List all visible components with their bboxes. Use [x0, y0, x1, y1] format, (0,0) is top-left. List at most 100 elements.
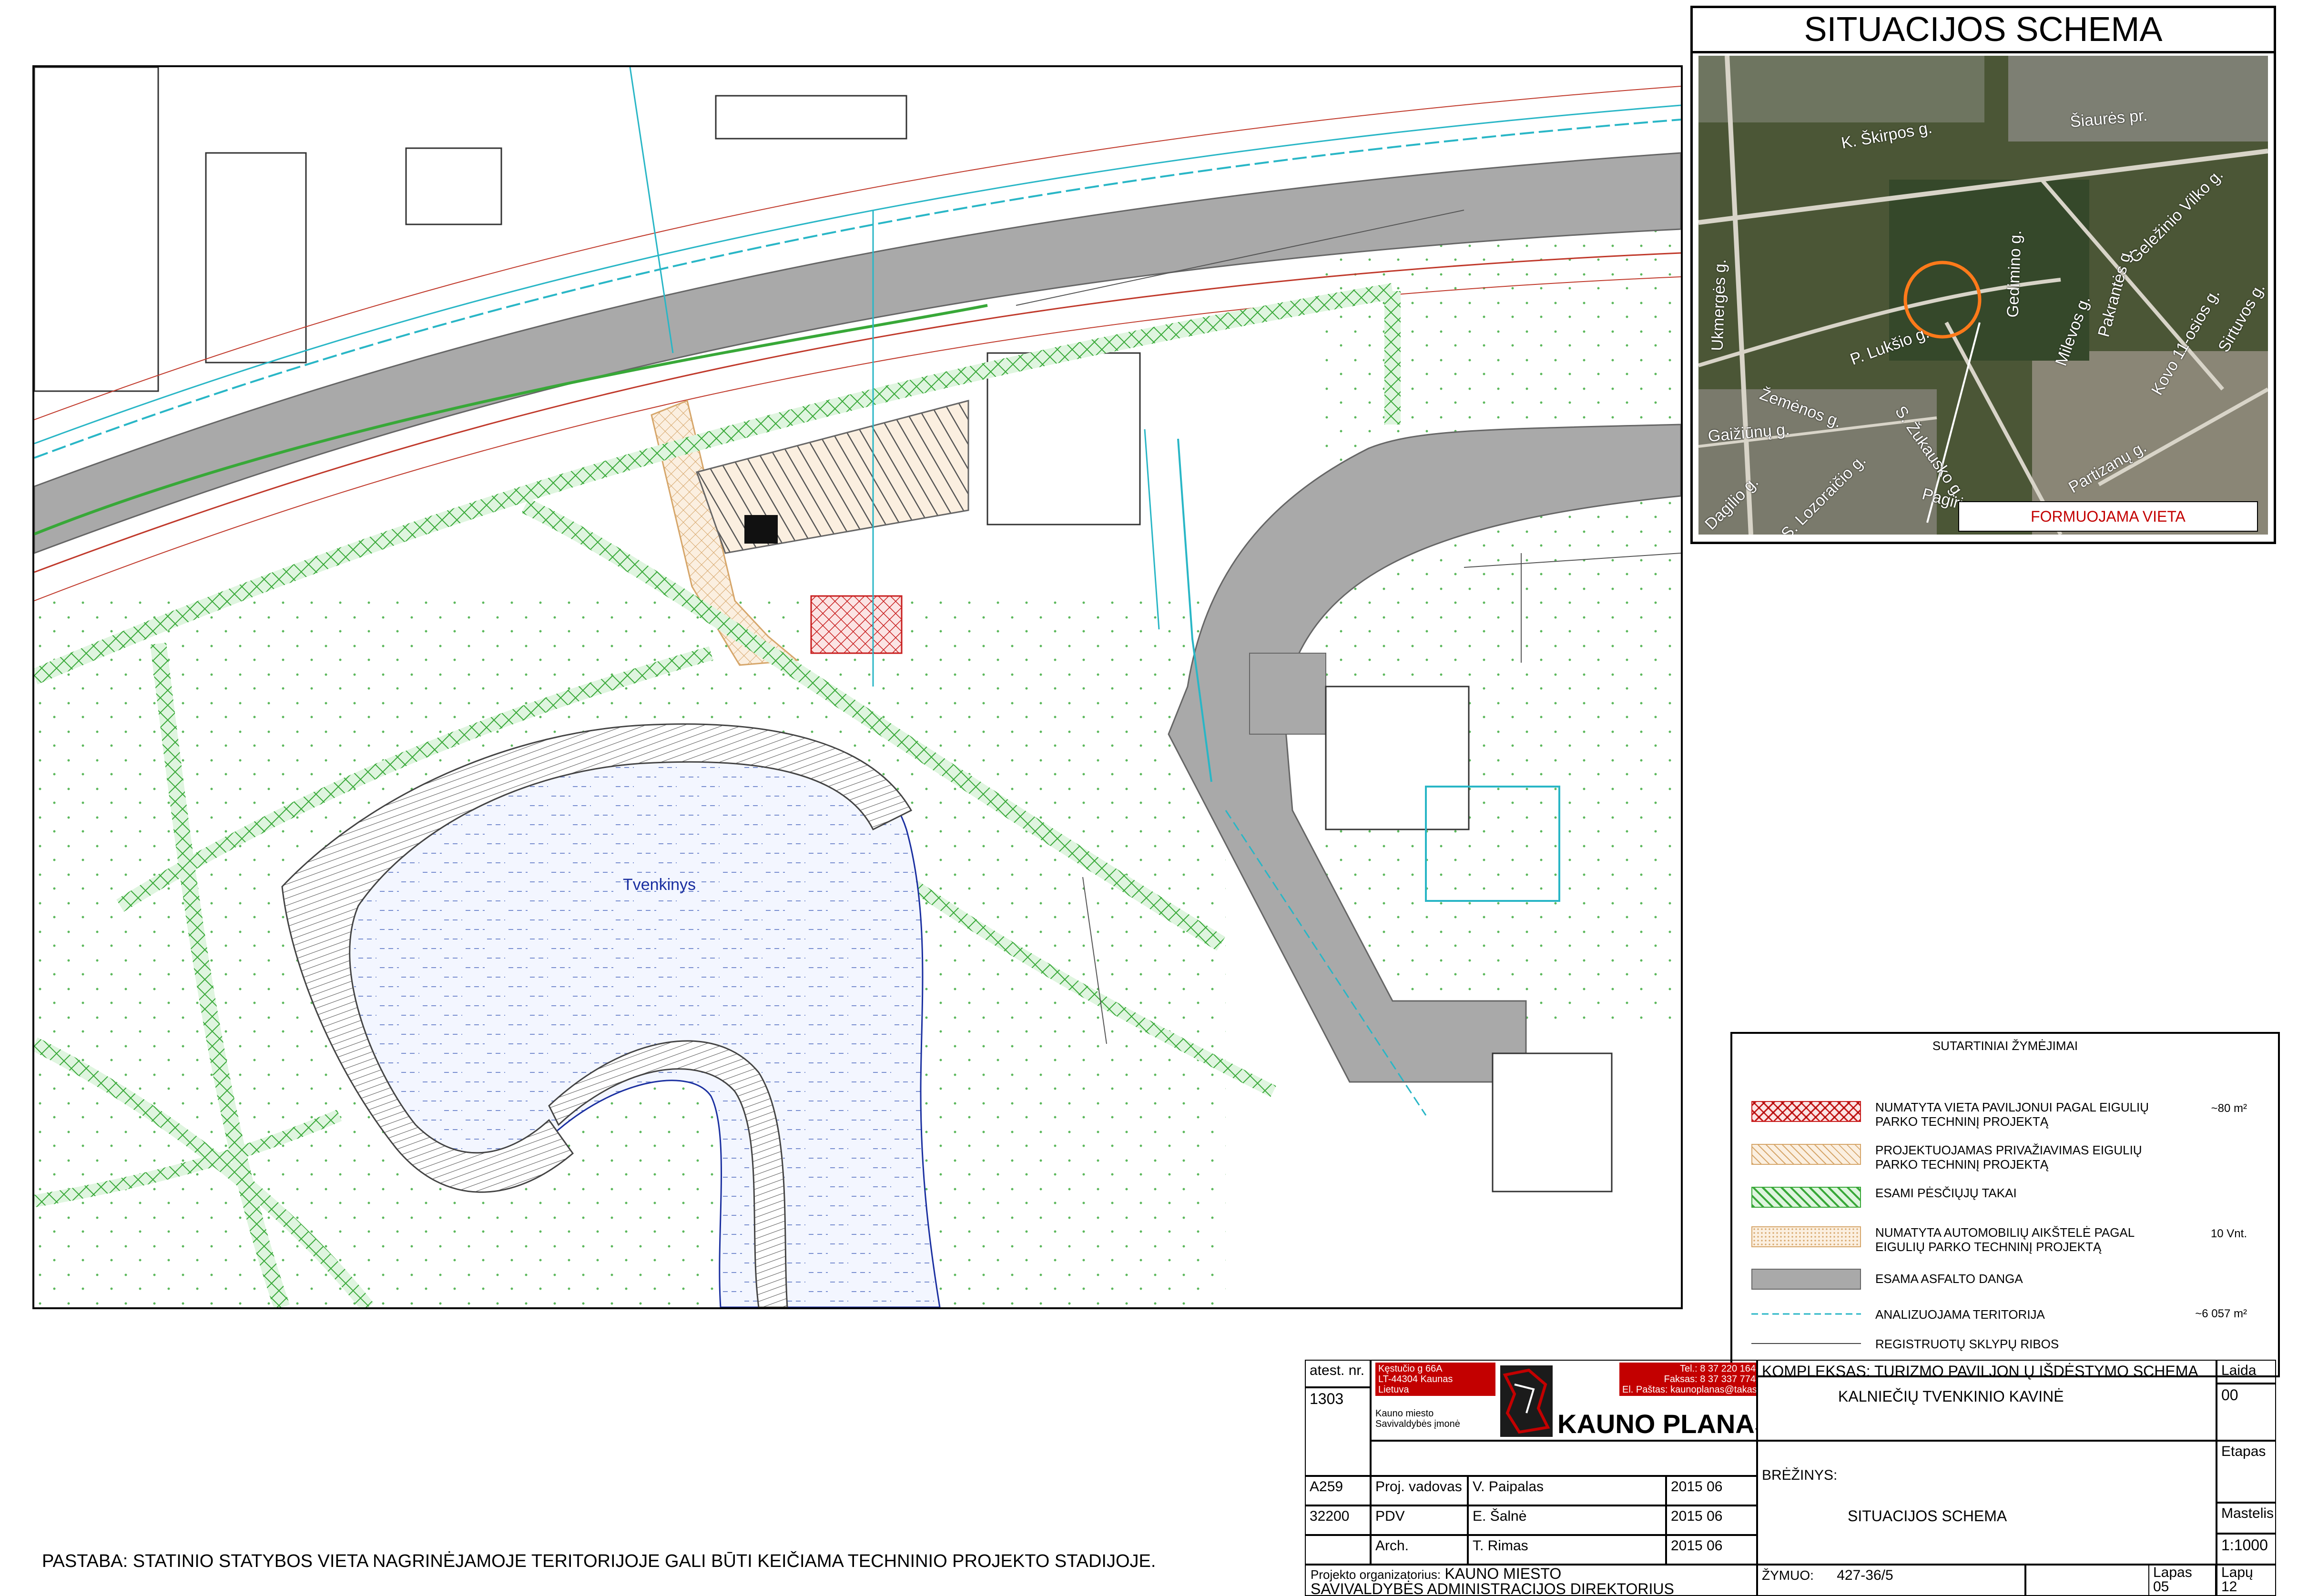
breziny-label: BRĖŽINYS: [1762, 1467, 1838, 1483]
footnote: PASTABA: STATINIO STATYBOS VIETA NAGRINĖ… [42, 1551, 1156, 1571]
building-block [34, 67, 159, 392]
contact-line: Faksas: 8 37 337 774 [1664, 1374, 1756, 1384]
title-block: atest. nr. 1303 Kęstučio g 66A LT-44304 … [1305, 1360, 2276, 1596]
staff-name: V. Paipalas [1468, 1476, 1666, 1505]
etapas-label: Etapas [2216, 1441, 2276, 1503]
legend-swatch-tan-dot [1751, 1226, 1861, 1247]
staff-name: T. Rimas [1468, 1535, 1666, 1565]
staff-role: Arch. [1371, 1535, 1468, 1565]
staff-date: 2015 06 [1666, 1476, 1757, 1505]
legend-label: PROJEKTUOJAMAS PRIVAŽIAVIMAS EIGULIŲ PAR… [1875, 1143, 2142, 1172]
address-line: Lietuva [1378, 1384, 1409, 1395]
lapas-value: 05 [2153, 1579, 2169, 1595]
spacer-cell [1371, 1441, 1757, 1476]
legend-item: REGISTRUOTŲ SKLYPŲ RIBOS [1751, 1330, 2266, 1359]
mastelis-label: Mastelis [2216, 1503, 2276, 1534]
legend-label: NUMATYTA VIETA PAVILJONUI PAGAL EIGULIŲ … [1875, 1100, 2149, 1129]
legend-swatch-cyan-dash [1751, 1303, 1861, 1324]
legend-value: ~6 057 m² [2195, 1307, 2247, 1320]
atest-number: 1303 [1305, 1387, 1371, 1476]
contact-line: El. Paštas: kaunoplanas@takas.lt [1622, 1384, 1757, 1395]
zymuo-label: ŽYMUO: [1762, 1568, 1814, 1583]
building [715, 95, 907, 140]
aerial-photo [1698, 56, 2268, 535]
lapas-label: Lapas [2153, 1565, 2192, 1580]
street-label: Ukmergės g. [1708, 259, 1730, 352]
vegetation-area-east [1321, 210, 1681, 1020]
complex-label: KOMPLEKSAS: TURIZMO PAVILJON Ų IŠDĖSTYMO… [1762, 1363, 2198, 1380]
staff-code [1305, 1535, 1371, 1565]
staff-name: E. Šalnė [1468, 1505, 1666, 1535]
staff-date: 2015 06 [1666, 1505, 1757, 1535]
address-line: Kęstučio g 66A [1378, 1364, 1443, 1374]
staff-code: 32200 [1305, 1505, 1371, 1535]
company-sub-line: Savivaldybės įmonė [1375, 1419, 1460, 1429]
legend-label: NUMATYTA AUTOMOBILIŲ AIKŠTELĖ PAGAL EIGU… [1875, 1225, 2135, 1254]
legend-swatch-thin-line [1751, 1333, 1861, 1354]
zymuo-block: ŽYMUO: 427-36/5 [1757, 1565, 2025, 1596]
atest-label: atest. nr. [1305, 1360, 1371, 1387]
situation-scheme-inset: SITUACIJOS SCHEMA K. Škirpos g. Šiaurės … [1690, 6, 2276, 544]
staff-date: 2015 06 [1666, 1535, 1757, 1565]
legend-swatch-red-hatch [1751, 1101, 1861, 1122]
inset-caption: FORMUOJAMA VIETA [1958, 501, 2258, 532]
parking-car-marker [744, 515, 778, 544]
legend-item: ESAMA ASFALTO DANGA [1751, 1266, 2266, 1294]
legend-item: ANALIZUOJAMA TERITORIJA ~6 057 m² [1751, 1301, 2266, 1329]
building [405, 147, 502, 225]
organizer-label: Projekto organizatorius: [1311, 1567, 1441, 1582]
legend-label: ESAMI PĖSČIŲJŲ TAKAI [1875, 1186, 2017, 1200]
organizer-line-1: KAUNO MIESTO [1444, 1565, 1562, 1582]
legend-label: REGISTRUOTŲ SKLYPŲ RIBOS [1875, 1337, 2059, 1351]
legend-swatch-green-hatch [1751, 1187, 1861, 1208]
aerial-map: K. Škirpos g. Šiaurės pr. Ukmergės g. Ge… [1698, 56, 2268, 535]
legend: SUTARTINIAI ŽYMĖJIMAI NUMATYTA VIETA PAV… [1730, 1032, 2280, 1377]
legend-swatch-grey-fill [1751, 1269, 1861, 1290]
company-address: Kęstučio g 66A LT-44304 Kaunas Lietuva [1375, 1363, 1495, 1396]
staff-code: A259 [1305, 1476, 1371, 1505]
building [986, 352, 1141, 525]
zymuo-value: 427-36/5 [1837, 1567, 1893, 1583]
staff-role: PDV [1371, 1505, 1468, 1535]
legend-value: 10 Vnt. [2210, 1227, 2247, 1240]
organizer-line-2: SAVIVALDYBĖS ADMINISTRACIJOS DIREKTORIUS [1311, 1580, 1674, 1596]
lapu-block: Lapų 12 [2216, 1565, 2276, 1596]
pavilion-site [810, 595, 903, 654]
legend-item: ESAMI PĖSČIŲJŲ TAKAI [1751, 1184, 2266, 1212]
company-contacts: Tel.: 8 37 220 164 Faksas: 8 37 337 774 … [1619, 1363, 1757, 1396]
legend-swatch-tan-hatch [1751, 1144, 1861, 1165]
laida-value: 00 [2216, 1384, 2276, 1441]
lapu-value: 12 [2221, 1579, 2237, 1595]
legend-label: ANALIZUOJAMA TERITORIJA [1875, 1307, 2045, 1322]
laida-label: Laida [2216, 1360, 2276, 1384]
contact-line: Tel.: 8 37 220 164 [1679, 1364, 1756, 1374]
pond-label: Tvenkinys [623, 876, 696, 894]
legend-label: ESAMA ASFALTO DANGA [1875, 1272, 2023, 1286]
breziny-value: SITUACIJOS SCHEMA [1848, 1507, 2007, 1525]
legend-title: SUTARTINIAI ŽYMĖJIMAI [1932, 1039, 2078, 1053]
company-logo [1500, 1365, 1553, 1437]
site-plan-drawing [34, 67, 1681, 1307]
legend-item: NUMATYTA VIETA PAVILJONUI PAGAL EIGULIŲ … [1751, 1098, 2266, 1129]
company-sub-line: Kauno miesto [1375, 1408, 1434, 1419]
staff-role: Proj. vadovas [1371, 1476, 1468, 1505]
site-plan-map: Tvenkinys [32, 65, 1683, 1309]
company-block: Kęstučio g 66A LT-44304 Kaunas Lietuva T… [1371, 1360, 1757, 1441]
company-sub: Kauno miesto Savivaldybės įmonė [1375, 1408, 1460, 1429]
organizer-block: Projekto organizatorius: KAUNO MIESTO SA… [1305, 1565, 1757, 1596]
address-line: LT-44304 Kaunas [1378, 1374, 1453, 1384]
mastelis-value: 1:1000 [2216, 1534, 2276, 1565]
legend-item: PROJEKTUOJAMAS PRIVAŽIAVIMAS EIGULIŲ PAR… [1751, 1141, 2266, 1172]
lapu-label: Lapų [2221, 1565, 2253, 1580]
legend-value: ~80 m² [2211, 1102, 2247, 1115]
building [1492, 1052, 1613, 1192]
building [1325, 686, 1470, 830]
lapas-block: Lapas 05 [2148, 1565, 2216, 1596]
company-name: KAUNO PLANAS [1557, 1409, 1757, 1439]
drawing-info: BRĖŽINYS: SITUACIJOS SCHEMA [1757, 1441, 2216, 1565]
legend-item: NUMATYTA AUTOMOBILIŲ AIKŠTELĖ PAGAL EIGU… [1751, 1223, 2266, 1254]
street-label: Gedimino g. [2003, 230, 2025, 318]
object-name: KALNIEČIŲ TVENKINIO KAVINĖ [1838, 1388, 2064, 1405]
project-info: KOMPLEKSAS: TURIZMO PAVILJON Ų IŠDĖSTYMO… [1757, 1360, 2216, 1441]
inset-title: SITUACIJOS SCHEMA [1693, 8, 2274, 53]
